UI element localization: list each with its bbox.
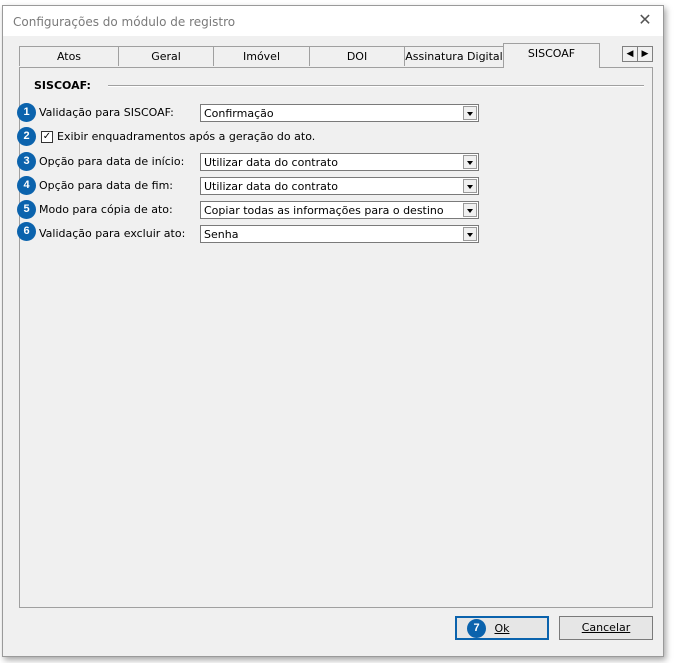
copy-mode-label: Modo para cópia de ato: bbox=[39, 203, 173, 216]
badge-7: 7 bbox=[467, 619, 486, 638]
start-date-option-select[interactable]: Utilizar data do contrato bbox=[200, 153, 479, 171]
end-date-option-select[interactable]: Utilizar data do contrato bbox=[200, 177, 479, 195]
cancel-button[interactable]: Cancelar bbox=[559, 616, 653, 640]
start-date-option-value: Utilizar data do contrato bbox=[204, 156, 338, 169]
tab-siscoaf[interactable]: SISCOAF bbox=[503, 43, 600, 68]
badge-2: 2 bbox=[17, 127, 36, 146]
badge-1: 1 bbox=[17, 103, 36, 122]
close-icon[interactable]: ✕ bbox=[635, 10, 655, 30]
start-date-option-label: Opção para data de início: bbox=[39, 155, 185, 168]
window-title: Configurações do módulo de registro bbox=[13, 15, 236, 29]
validation-siscoaf-select[interactable]: Confirmação bbox=[200, 104, 479, 122]
ok-button-label: Ok bbox=[494, 622, 510, 635]
show-classifications-label: Exibir enquadramentos após a geração do … bbox=[57, 130, 316, 143]
tab-geral[interactable]: Geral bbox=[118, 46, 214, 66]
title-bar: Configurações do módulo de registro ✕ bbox=[3, 6, 663, 36]
section-divider bbox=[108, 85, 644, 87]
show-classifications-checkbox[interactable]: ✓ bbox=[41, 131, 53, 143]
tab-imovel[interactable]: Imóvel bbox=[213, 46, 310, 66]
tab-assinatura-digital[interactable]: Assinatura Digital bbox=[404, 46, 504, 66]
copy-mode-select[interactable]: Copiar todas as informações para o desti… bbox=[200, 201, 479, 219]
badge-3: 3 bbox=[17, 152, 36, 171]
chevron-down-icon[interactable] bbox=[463, 155, 477, 169]
siscoaf-panel: SISCOAF: 1 Validação para SISCOAF: Confi… bbox=[17, 67, 653, 608]
delete-validation-select[interactable]: Senha bbox=[200, 225, 479, 243]
tab-strip: Atos Geral Imóvel DOI Assinatura Digital… bbox=[19, 43, 653, 68]
cancel-button-label: Cancelar bbox=[581, 621, 631, 634]
tab-atos[interactable]: Atos bbox=[19, 46, 119, 66]
end-date-option-label: Opção para data de fim: bbox=[39, 179, 174, 192]
section-title: SISCOAF: bbox=[34, 79, 91, 92]
validation-siscoaf-label: Validação para SISCOAF: bbox=[39, 106, 174, 119]
chevron-down-icon[interactable] bbox=[463, 179, 477, 193]
badge-4: 4 bbox=[17, 176, 36, 195]
scroll-left-icon[interactable]: ◀ bbox=[622, 46, 638, 62]
scroll-right-icon[interactable]: ▶ bbox=[637, 46, 653, 62]
chevron-down-icon[interactable] bbox=[463, 106, 477, 120]
chevron-down-icon[interactable] bbox=[463, 203, 477, 217]
badge-6: 6 bbox=[17, 222, 36, 241]
badge-5: 5 bbox=[17, 200, 36, 219]
delete-validation-label: Validação para excluir ato: bbox=[39, 227, 186, 240]
tab-doi[interactable]: DOI bbox=[309, 46, 405, 66]
delete-validation-value: Senha bbox=[204, 228, 239, 241]
end-date-option-value: Utilizar data do contrato bbox=[204, 180, 338, 193]
chevron-down-icon[interactable] bbox=[463, 227, 477, 241]
copy-mode-value: Copiar todas as informações para o desti… bbox=[204, 204, 444, 217]
settings-dialog: Configurações do módulo de registro ✕ At… bbox=[2, 5, 664, 657]
validation-siscoaf-value: Confirmação bbox=[204, 107, 274, 120]
